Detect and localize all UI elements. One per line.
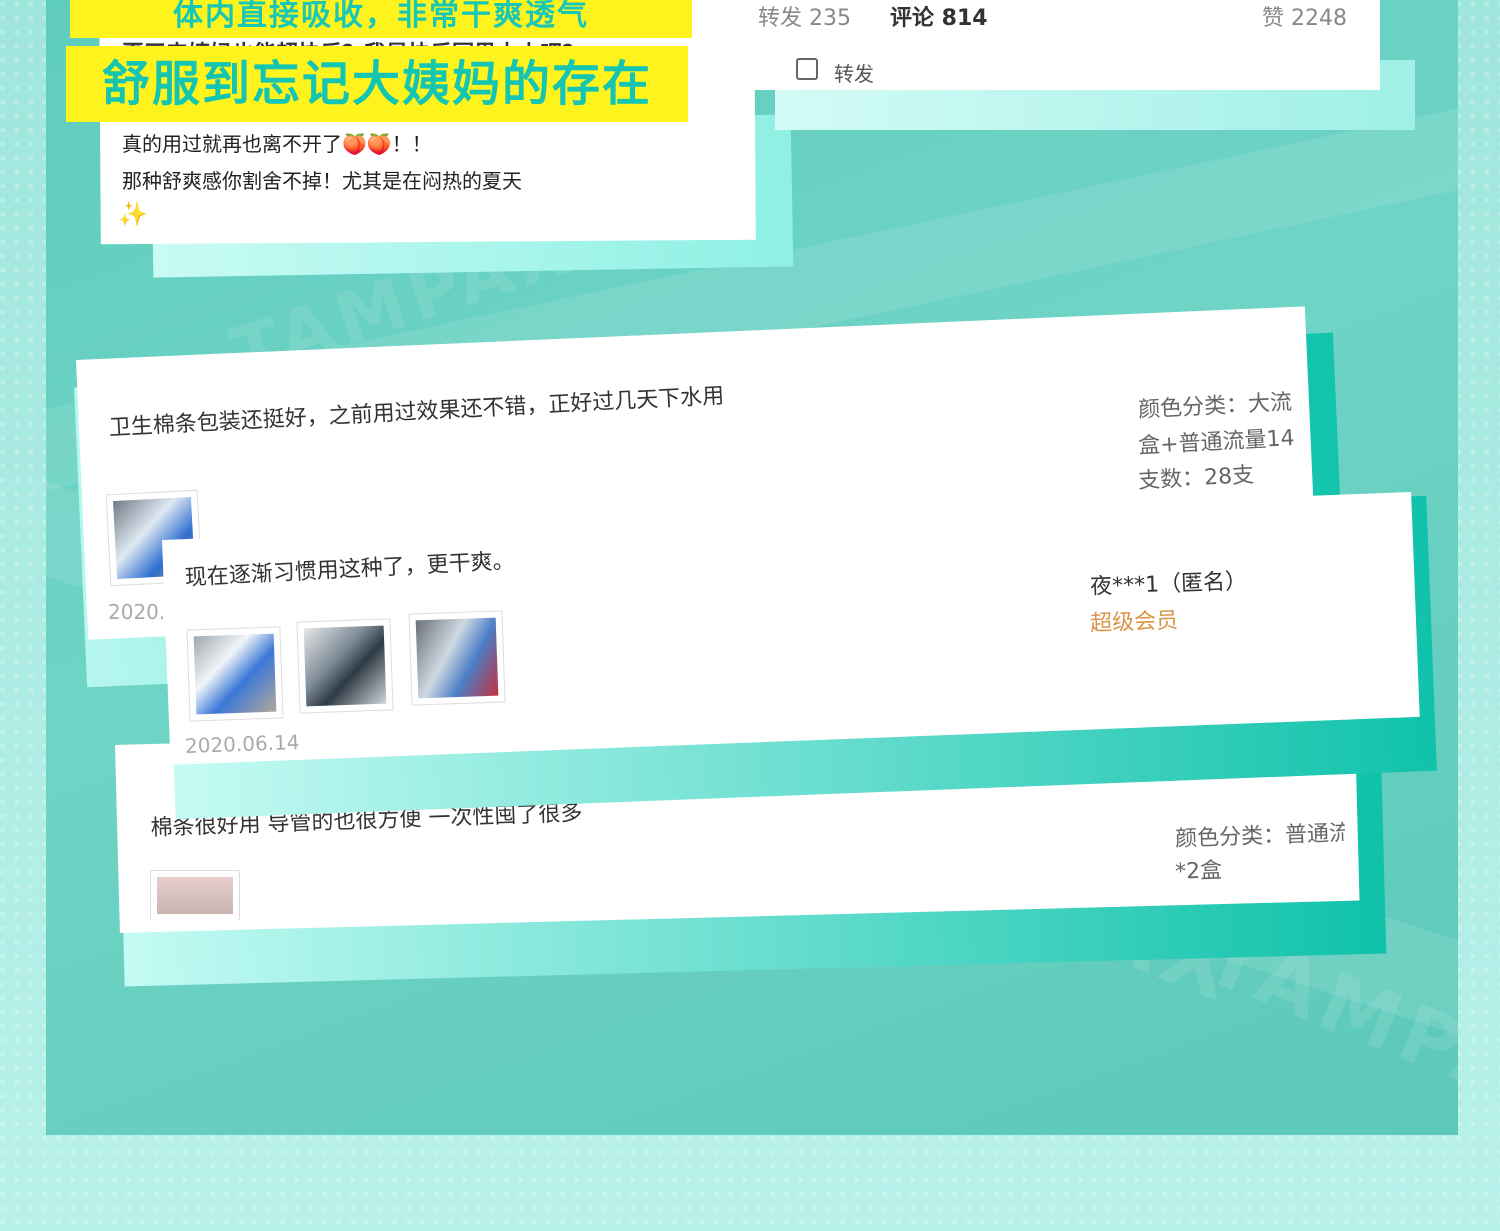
review-photo[interactable] [186,626,284,722]
comment-count[interactable]: 评论 814 [890,0,988,32]
member-badge: 超级会员 [1089,608,1179,637]
headline-main: 舒服到忘记大姨妈的存在 [66,46,688,122]
reviewer-name: 夜***1（匿名） [1089,569,1248,600]
like-count[interactable]: 赞 2248 [1262,0,1347,32]
sku-info: 支数：28支 [1137,462,1255,495]
headline-top: 体内直接吸收，非常干爽透气 [70,0,692,38]
product-box-image [415,617,499,699]
sku-info: *2盒 [1174,858,1223,885]
product-box-image [303,625,387,707]
review-line: 那种舒爽感你割舍不掉！尤其是在闷热的夏天 [122,169,522,193]
product-box-image [157,877,233,914]
review-photo[interactable] [296,618,394,714]
review-photo[interactable] [408,610,506,706]
product-box-image [193,633,277,715]
sku-info: 颜色分类：普通流 [1174,820,1346,852]
review-date: 2020.06.14 [184,730,300,758]
review-date: 2020. [108,600,166,624]
share-icon[interactable] [796,58,818,80]
share-button[interactable]: 转发 [834,58,874,87]
sparkle-icon: ✨ [118,200,148,228]
review-photo[interactable] [150,870,240,920]
review-line: 真的用过就再也离不开了🍑🍑！！ [122,132,432,156]
repost-count[interactable]: 转发 235 [758,0,851,32]
